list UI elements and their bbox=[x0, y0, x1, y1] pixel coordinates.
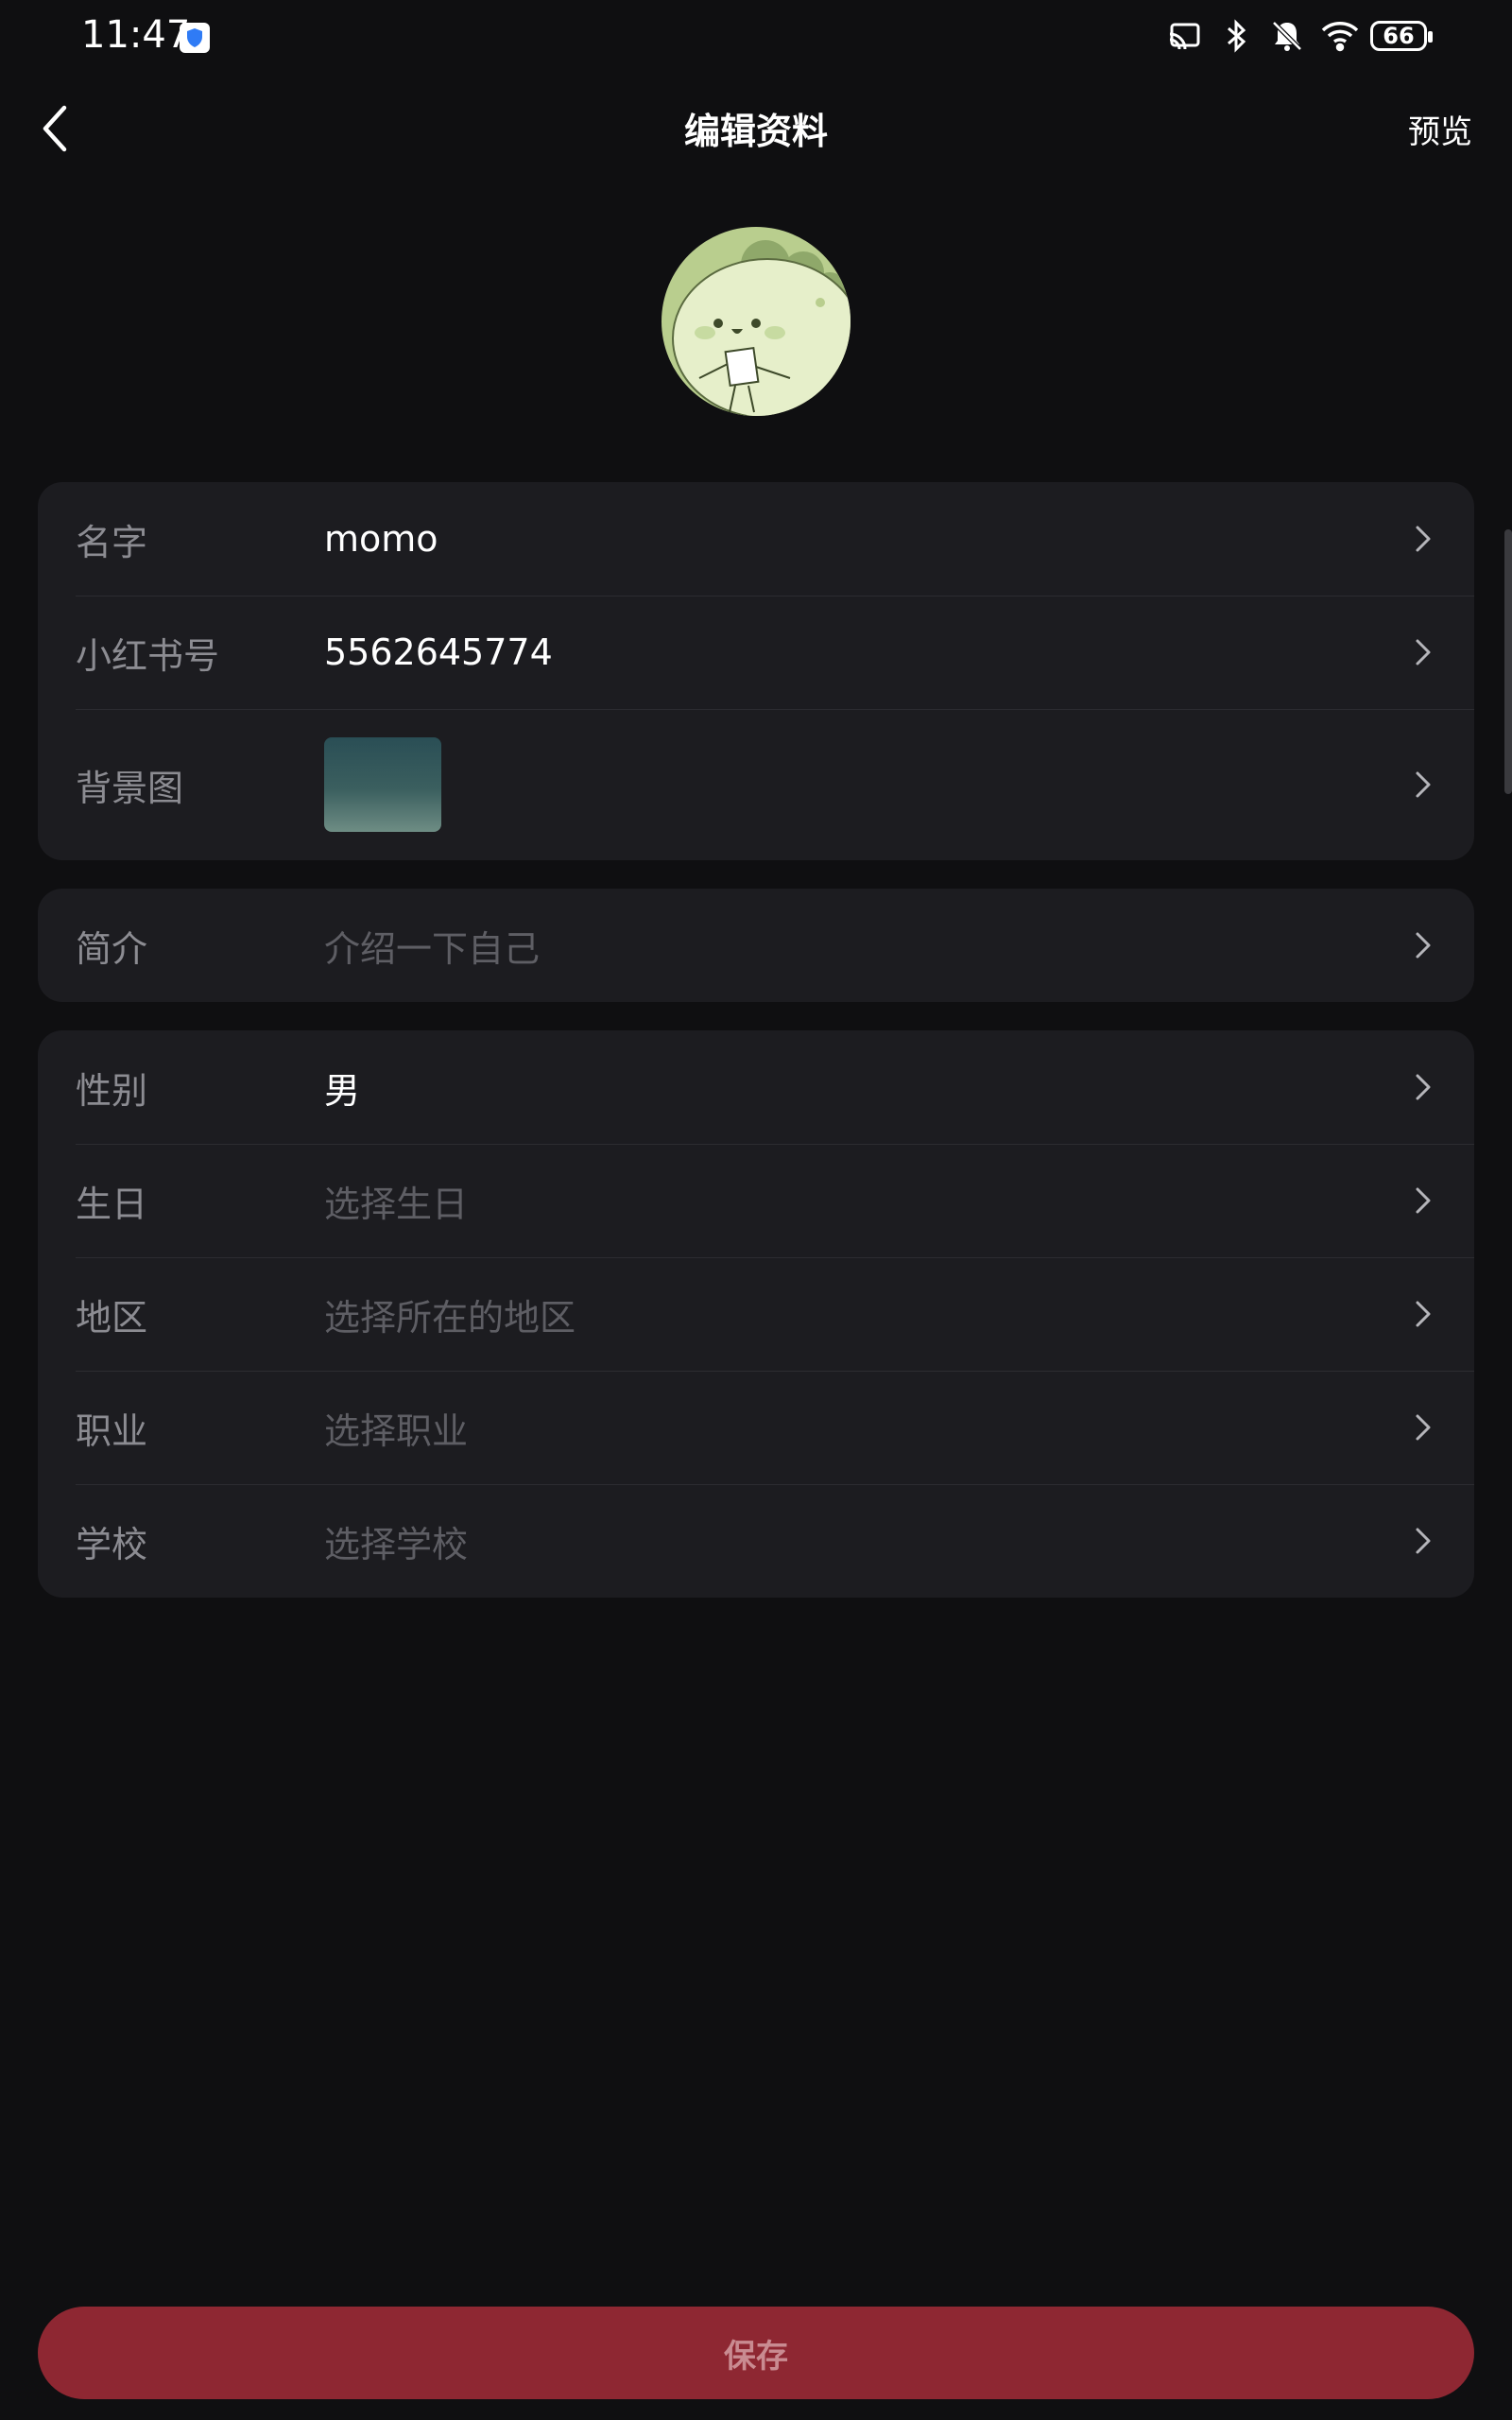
page-title: 编辑资料 bbox=[683, 111, 828, 152]
battery-icon: 66 bbox=[1370, 21, 1433, 51]
gender-value: 男 bbox=[324, 1069, 361, 1112]
chevron-right-icon bbox=[1416, 932, 1431, 959]
chevron-right-icon bbox=[1416, 1528, 1431, 1554]
details-card: 性别 男 生日 选择生日 地区 选择所在的地区 职业 选择职业 学校 选择学校 bbox=[38, 1030, 1474, 1598]
birthday-placeholder: 选择生日 bbox=[324, 1183, 469, 1225]
status-bar: 11:47 66 bbox=[0, 0, 1512, 76]
school-row[interactable]: 学校 选择学校 bbox=[38, 1484, 1474, 1598]
chevron-right-icon bbox=[1416, 771, 1431, 798]
bell-off-icon bbox=[1268, 17, 1306, 55]
preview-button[interactable]: 预览 bbox=[1408, 106, 1472, 152]
background-label: 背景图 bbox=[76, 767, 184, 809]
chevron-right-icon bbox=[1416, 1301, 1431, 1327]
bio-label: 简介 bbox=[76, 927, 148, 970]
id-row[interactable]: 小红书号 5562645774 bbox=[38, 596, 1474, 709]
region-row[interactable]: 地区 选择所在的地区 bbox=[38, 1257, 1474, 1371]
background-row[interactable]: 背景图 bbox=[38, 709, 1474, 860]
id-value: 5562645774 bbox=[324, 631, 553, 673]
wifi-icon bbox=[1319, 17, 1359, 55]
job-row[interactable]: 职业 选择职业 bbox=[38, 1371, 1474, 1484]
gender-label: 性别 bbox=[76, 1069, 148, 1112]
job-placeholder: 选择职业 bbox=[324, 1409, 469, 1452]
region-label: 地区 bbox=[76, 1296, 148, 1339]
chevron-right-icon bbox=[1416, 526, 1431, 552]
profile-card: 名字 momo 小红书号 5562645774 背景图 bbox=[38, 482, 1474, 860]
chevron-right-icon bbox=[1416, 639, 1431, 666]
chevron-right-icon bbox=[1416, 1187, 1431, 1214]
job-label: 职业 bbox=[76, 1409, 148, 1452]
school-placeholder: 选择学校 bbox=[324, 1523, 469, 1565]
background-thumbnail bbox=[324, 737, 441, 832]
cast-icon bbox=[1166, 17, 1204, 55]
school-label: 学校 bbox=[76, 1523, 148, 1565]
name-value: momo bbox=[324, 518, 438, 560]
name-row[interactable]: 名字 momo bbox=[38, 482, 1474, 596]
bio-card: 简介 介绍一下自己 bbox=[38, 889, 1474, 1002]
avatar-image bbox=[662, 227, 850, 416]
bio-row[interactable]: 简介 介绍一下自己 bbox=[38, 889, 1474, 1002]
chevron-right-icon bbox=[1416, 1074, 1431, 1100]
battery-level: 66 bbox=[1383, 23, 1415, 49]
gender-row[interactable]: 性别 男 bbox=[38, 1030, 1474, 1144]
shield-icon bbox=[180, 23, 210, 53]
save-button[interactable]: 保存 bbox=[38, 2307, 1474, 2399]
status-time: 11:47 bbox=[81, 13, 191, 57]
chevron-right-icon bbox=[1416, 1414, 1431, 1441]
birthday-label: 生日 bbox=[76, 1183, 148, 1225]
birthday-row[interactable]: 生日 选择生日 bbox=[38, 1144, 1474, 1257]
region-placeholder: 选择所在的地区 bbox=[324, 1296, 576, 1339]
avatar[interactable] bbox=[662, 227, 850, 416]
id-label: 小红书号 bbox=[76, 634, 220, 677]
name-label: 名字 bbox=[76, 521, 148, 563]
bluetooth-icon bbox=[1217, 17, 1255, 55]
scrollbar[interactable] bbox=[1504, 529, 1512, 794]
bio-placeholder: 介绍一下自己 bbox=[324, 927, 541, 970]
